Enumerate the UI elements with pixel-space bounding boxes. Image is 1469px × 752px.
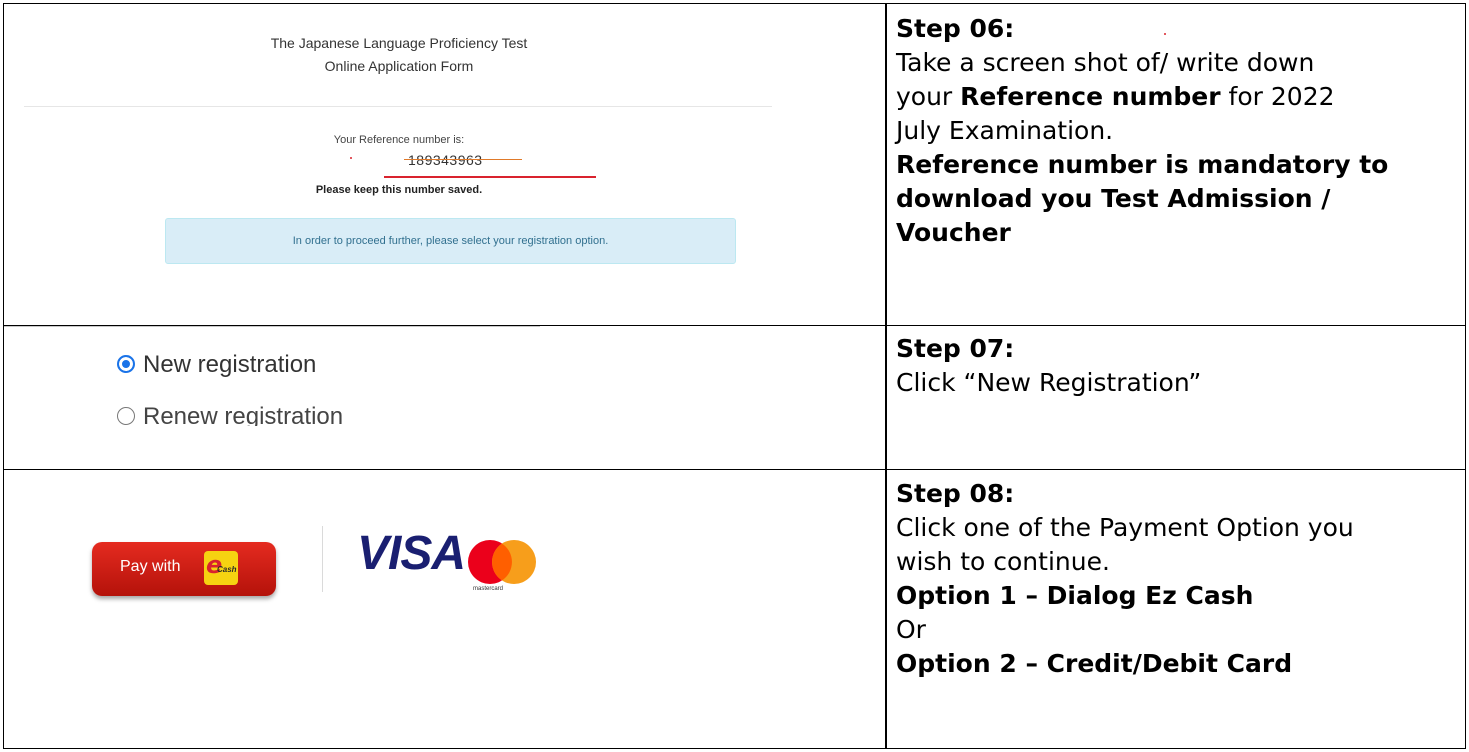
step-06-line2: your Reference number for 2022 xyxy=(896,82,1335,111)
step-06-instructions: Step 06: Take a screen shot of/ write do… xyxy=(896,12,1461,250)
annotation-dot-2 xyxy=(1164,33,1166,35)
ezcash-logo-icon: e Cash xyxy=(204,551,238,585)
step-06-line1: Take a screen shot of/ write down xyxy=(896,48,1315,77)
row-step-08: Pay with e Cash VISA mastercard Step 08:… xyxy=(4,470,1465,748)
column-divider xyxy=(885,4,887,325)
step-07-instructions: Step 07: Click “New Registration” xyxy=(896,332,1461,400)
step-08-line2: wish to continue. xyxy=(896,547,1110,576)
radio-unselected-icon[interactable] xyxy=(117,407,135,425)
reference-strike-mark xyxy=(404,159,522,160)
step-06-heading: Step 06: xyxy=(896,14,1015,43)
mastercard-label: mastercard xyxy=(473,586,504,592)
info-alert-text: In order to proceed further, please sele… xyxy=(292,235,609,247)
keep-number-note: Please keep this number saved. xyxy=(315,184,483,196)
row-step-06: The Japanese Language Proficiency Test O… xyxy=(4,4,1465,326)
form-title: The Japanese Language Proficiency Test O… xyxy=(24,32,774,78)
form-title-line2: Online Application Form xyxy=(324,58,474,74)
step-08-instructions: Step 08: Click one of the Payment Option… xyxy=(896,477,1461,681)
pay-with-label: Pay with xyxy=(120,558,181,575)
step-06-bold2: download you Test Admission / xyxy=(896,184,1331,213)
registration-screenshot: New registration Renew registration xyxy=(4,326,540,426)
column-divider xyxy=(885,326,887,469)
step-07-text: Click “New Registration” xyxy=(896,368,1202,397)
step-06-line3: July Examination. xyxy=(896,116,1114,145)
mastercard-logo-icon[interactable] xyxy=(466,538,538,586)
step-07-heading: Step 07: xyxy=(896,334,1015,363)
info-alert: In order to proceed further, please sele… xyxy=(165,218,736,264)
step-08-line1: Click one of the Payment Option you xyxy=(896,513,1354,542)
payment-divider xyxy=(322,526,323,592)
step-08-or: Or xyxy=(896,615,926,644)
step-08-heading: Step 08: xyxy=(896,479,1015,508)
visa-card-button[interactable]: VISA xyxy=(357,530,466,578)
step-08-option2: Option 2 – Credit/Debit Card xyxy=(896,649,1293,678)
radio-new-registration[interactable]: New registration xyxy=(117,351,316,379)
form-title-line1: The Japanese Language Proficiency Test xyxy=(270,35,528,51)
reference-label: Your Reference number is: xyxy=(333,134,465,146)
row-step-07: New registration Renew registration Step… xyxy=(4,326,1465,470)
radio-renew-registration[interactable]: Renew registration xyxy=(117,403,343,426)
annotation-dot xyxy=(350,157,352,159)
radio-selected-icon[interactable] xyxy=(117,355,135,373)
reference-number: 189343963 xyxy=(408,152,483,168)
column-divider xyxy=(885,470,887,748)
radio-renew-label: Renew registration xyxy=(143,403,344,426)
step-06-bold3: Voucher xyxy=(896,218,1011,247)
instruction-table: The Japanese Language Proficiency Test O… xyxy=(3,3,1466,749)
reference-underline-mark xyxy=(384,176,596,178)
form-divider xyxy=(24,106,772,107)
radio-new-label: New registration xyxy=(143,351,317,378)
step-08-option1: Option 1 – Dialog Ez Cash xyxy=(896,581,1254,610)
step-06-bold1: Reference number is mandatory to xyxy=(896,150,1389,179)
pay-with-ezcash-button[interactable]: Pay with e Cash xyxy=(92,542,276,596)
